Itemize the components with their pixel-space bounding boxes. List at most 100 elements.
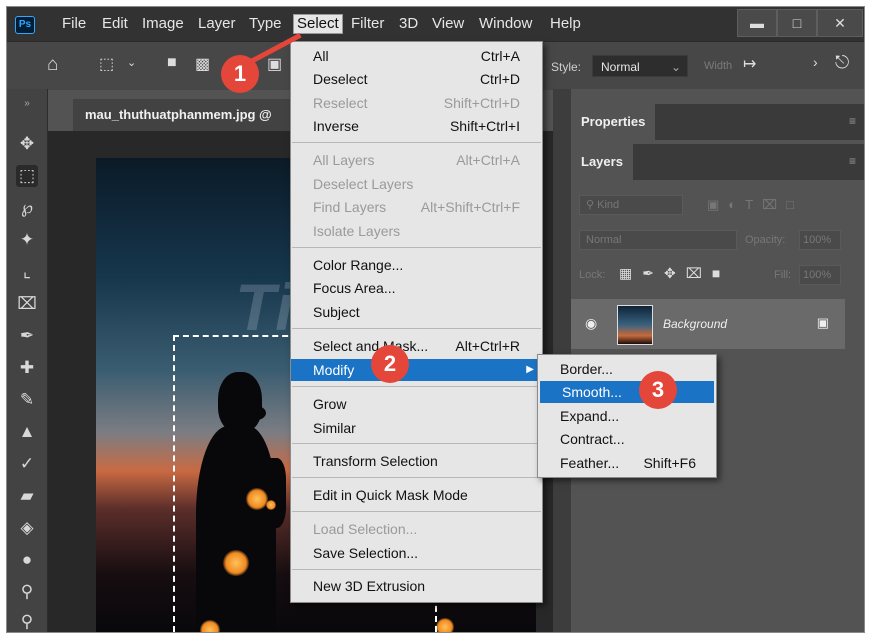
pen-tool-icon[interactable]: ⚲ bbox=[16, 611, 38, 632]
document-tab[interactable]: mau_thuthuatphanmem.jpg @ bbox=[73, 99, 294, 131]
menu-item-label: Inverse bbox=[313, 118, 359, 134]
lasso-tool-icon[interactable]: ℘ bbox=[16, 197, 38, 219]
panel-menu-icon[interactable]: ≡ bbox=[849, 154, 856, 168]
menu-item-select-and-mask[interactable]: Select and Mask... Alt+Ctrl+R bbox=[291, 335, 542, 357]
healing-brush-tool-icon[interactable]: ✚ bbox=[16, 357, 38, 379]
photoshop-logo-icon: Ps bbox=[15, 16, 35, 34]
menu-filter[interactable]: Filter bbox=[351, 15, 384, 33]
history-brush-tool-icon[interactable]: ✓ bbox=[16, 453, 38, 475]
menu-item-label: Color Range... bbox=[313, 257, 404, 273]
fill-input[interactable]: 100% bbox=[799, 265, 841, 285]
menu-file[interactable]: File bbox=[62, 15, 86, 33]
menu-item-label: Load Selection... bbox=[313, 521, 418, 537]
menu-item-shortcut: Alt+Shift+Ctrl+F bbox=[420, 199, 520, 215]
menu-item-color-range[interactable]: Color Range... bbox=[291, 254, 542, 276]
menu-select[interactable]: Select bbox=[293, 14, 343, 34]
menu-separator bbox=[292, 443, 541, 444]
menu-item-all-layers[interactable]: All Layers Alt+Ctrl+A bbox=[291, 149, 542, 171]
marquee-tool-icon[interactable]: ⬚ bbox=[16, 165, 38, 187]
chevron-right-icon[interactable]: › bbox=[813, 54, 818, 70]
style-label: Style: bbox=[551, 60, 582, 74]
menu-separator bbox=[292, 328, 541, 329]
menu-view[interactable]: View bbox=[432, 15, 464, 33]
menu-item-all[interactable]: All Ctrl+A bbox=[291, 45, 542, 67]
tab-layers[interactable]: Layers bbox=[571, 144, 633, 180]
layer-filter-icons[interactable]: ▣◐T⌧□ bbox=[707, 197, 803, 213]
opacity-label: Opacity: bbox=[745, 234, 786, 246]
blur-tool-icon[interactable]: ● bbox=[16, 549, 38, 571]
new-selection-icon[interactable]: ■ bbox=[167, 54, 177, 72]
menu-item-shortcut: Shift+F6 bbox=[643, 455, 696, 471]
menu-item-label: Transform Selection bbox=[313, 453, 438, 469]
menu-item-label: Focus Area... bbox=[313, 280, 396, 296]
paint-bucket-tool-icon[interactable]: ◈ bbox=[16, 517, 38, 539]
menu-item-similar[interactable]: Similar bbox=[291, 417, 542, 439]
menu-item-label: New 3D Extrusion bbox=[313, 578, 426, 594]
menu-item-shortcut: Shift+Ctrl+I bbox=[449, 118, 520, 134]
kind-filter[interactable]: ⚲ Kind bbox=[579, 195, 683, 215]
menu-item-border[interactable]: Border... bbox=[538, 358, 716, 380]
menu-item-save-selection[interactable]: Save Selection... bbox=[291, 542, 542, 564]
crop-tool-icon[interactable]: ⌞ bbox=[16, 261, 38, 283]
eyedropper-tool-icon[interactable]: ✒ bbox=[16, 325, 38, 347]
swap-icon[interactable]: ↦ bbox=[743, 54, 756, 74]
eye-icon[interactable]: ◉ bbox=[585, 315, 597, 332]
layer-name: Background bbox=[663, 317, 728, 331]
rectangular-marquee-preset-icon[interactable]: ⬚ bbox=[99, 54, 114, 74]
menu-item-new-3d-extrusion[interactable]: New 3D Extrusion bbox=[291, 575, 542, 597]
menu-bar: Ps File Edit Image Layer Type Select Fil… bbox=[7, 7, 864, 41]
add-to-selection-icon[interactable]: ▩ bbox=[195, 54, 210, 74]
menu-window[interactable]: Window bbox=[479, 15, 532, 33]
menu-item-grow[interactable]: Grow bbox=[291, 393, 542, 415]
menu-item-deselect[interactable]: Deselect Ctrl+D bbox=[291, 68, 542, 90]
menu-item-inverse[interactable]: Inverse Shift+Ctrl+I bbox=[291, 115, 542, 137]
menu-item-feather[interactable]: Feather... Shift+F6 bbox=[538, 452, 716, 474]
chevron-down-icon: ⌄ bbox=[670, 60, 681, 74]
menu-item-deselect-layers[interactable]: Deselect Layers bbox=[291, 173, 542, 195]
dodge-tool-icon[interactable]: ⚲ bbox=[16, 581, 38, 603]
lock-icons[interactable]: ▦✒✥⌧■ bbox=[619, 265, 730, 282]
home-icon[interactable]: ⌂ bbox=[47, 54, 58, 76]
menu-item-transform-selection[interactable]: Transform Selection bbox=[291, 450, 542, 472]
magic-wand-tool-icon[interactable]: ✦ bbox=[16, 229, 38, 251]
modify-submenu: Border... Smooth... Expand... Contract..… bbox=[537, 354, 717, 478]
share-icon[interactable]: ⎋ bbox=[835, 52, 849, 73]
clone-stamp-tool-icon[interactable]: ▲ bbox=[16, 421, 38, 443]
menu-item-focus-area[interactable]: Focus Area... bbox=[291, 277, 542, 299]
menu-item-find-layers[interactable]: Find Layers Alt+Shift+Ctrl+F bbox=[291, 196, 542, 218]
bokeh-light bbox=[436, 618, 454, 632]
menu-3d[interactable]: 3D bbox=[399, 15, 418, 33]
expand-icon[interactable]: » bbox=[16, 93, 38, 115]
menu-item-subject[interactable]: Subject bbox=[291, 301, 542, 323]
menu-item-expand[interactable]: Expand... bbox=[538, 405, 716, 427]
menu-item-smooth[interactable]: Smooth... bbox=[540, 381, 714, 403]
menu-layer[interactable]: Layer bbox=[198, 15, 236, 33]
tab-properties[interactable]: Properties bbox=[571, 104, 656, 140]
brush-tool-icon[interactable]: ✎ bbox=[16, 389, 38, 411]
menu-item-quick-mask[interactable]: Edit in Quick Mask Mode bbox=[291, 484, 542, 506]
menu-item-isolate-layers[interactable]: Isolate Layers bbox=[291, 220, 542, 242]
maximize-icon[interactable]: □ bbox=[777, 9, 817, 37]
step-2-badge: 2 bbox=[371, 345, 409, 383]
menu-edit[interactable]: Edit bbox=[102, 15, 128, 33]
minimize-icon[interactable]: ▬ bbox=[737, 9, 777, 37]
chevron-down-icon[interactable]: ⌄ bbox=[127, 56, 136, 69]
menu-item-modify[interactable]: Modify ▶ bbox=[291, 359, 542, 381]
blend-mode-select[interactable]: Normal bbox=[579, 230, 737, 250]
frame-tool-icon[interactable]: ⌧ bbox=[16, 293, 38, 315]
opacity-input[interactable]: 100% bbox=[799, 230, 841, 250]
menu-image[interactable]: Image bbox=[142, 15, 184, 33]
close-icon[interactable]: ✕ bbox=[817, 9, 863, 37]
move-tool-icon[interactable]: ✥ bbox=[16, 133, 38, 155]
layer-row-background[interactable]: ◉ Background ▣ bbox=[571, 299, 845, 349]
intersect-selection-icon[interactable]: ▣ bbox=[267, 54, 282, 74]
menu-item-reselect[interactable]: Reselect Shift+Ctrl+D bbox=[291, 92, 542, 114]
panel-menu-icon[interactable]: ≡ bbox=[849, 114, 856, 128]
menu-item-load-selection[interactable]: Load Selection... bbox=[291, 518, 542, 540]
menu-item-contract[interactable]: Contract... bbox=[538, 428, 716, 450]
menu-item-label: Grow bbox=[313, 396, 347, 412]
eraser-tool-icon[interactable]: ▰ bbox=[16, 485, 38, 507]
style-select[interactable]: Normal ⌄ bbox=[592, 55, 688, 77]
menu-type[interactable]: Type bbox=[249, 15, 282, 33]
menu-help[interactable]: Help bbox=[550, 15, 581, 33]
